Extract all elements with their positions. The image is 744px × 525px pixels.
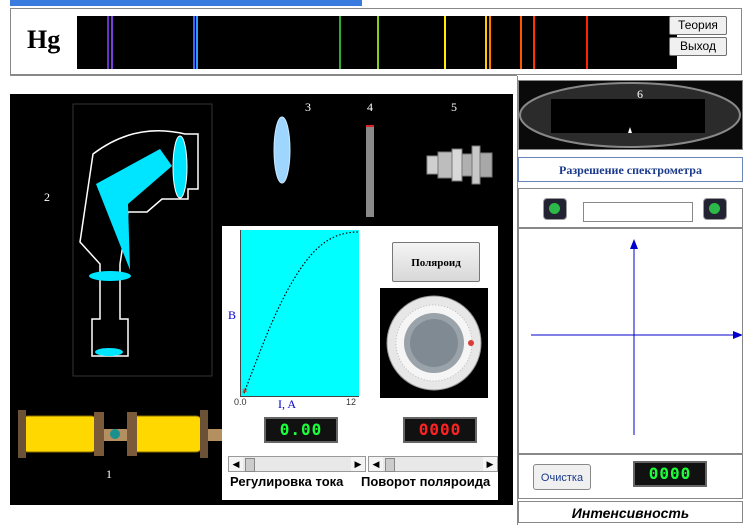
- objective-lens-icon: [89, 271, 131, 281]
- current-scrollbar[interactable]: ◀ ▶: [228, 456, 366, 472]
- spectral-line: [520, 16, 522, 69]
- filter-4-icon: [366, 125, 374, 217]
- label-3: 3: [305, 100, 311, 114]
- green-led-icon: [549, 203, 560, 214]
- spectral-line: [196, 16, 198, 69]
- scroll-left-icon[interactable]: ◀: [369, 457, 383, 471]
- emission-spectrum: [77, 16, 677, 69]
- decrease-resolution-button[interactable]: [543, 198, 567, 220]
- prism-icon: [96, 149, 172, 270]
- collimator-lens-icon: [172, 135, 188, 199]
- polarizer-dial-icon: [386, 295, 482, 391]
- plot-x-max: 12: [346, 397, 357, 407]
- theory-button[interactable]: Теория: [669, 16, 727, 35]
- spectral-line: [489, 16, 491, 69]
- spectral-line: [193, 16, 195, 69]
- spectral-line: [586, 16, 588, 69]
- increase-resolution-button[interactable]: [703, 198, 727, 220]
- eyepiece-icon: [519, 82, 741, 148]
- label-5: 5: [451, 100, 457, 114]
- spectral-line: [107, 16, 109, 69]
- eyepiece-view: 6: [518, 80, 743, 150]
- up-arrow-icon: [630, 239, 638, 249]
- spectral-line: [533, 16, 535, 69]
- scroll-right-icon[interactable]: ▶: [351, 457, 365, 471]
- origin-marker: ✶: [241, 386, 249, 396]
- resolution-field[interactable]: [583, 202, 693, 222]
- polaroid-button[interactable]: Поляроид: [392, 242, 480, 282]
- spectroscope-frame: [72, 103, 213, 377]
- current-display: 0.00: [264, 417, 338, 443]
- lens-3-icon: [273, 116, 291, 184]
- b-i-curve: [243, 231, 359, 394]
- spectral-line: [111, 16, 113, 69]
- spectral-line: [339, 16, 341, 69]
- exit-button[interactable]: Выход: [669, 37, 727, 56]
- resolution-row: [518, 188, 743, 228]
- top-accent-bar: [10, 0, 362, 6]
- filter-4-top-icon: [366, 125, 374, 127]
- plot-y-label: B: [228, 308, 237, 322]
- spectrum-header: Hg: [10, 8, 742, 75]
- right-arrow-icon: [733, 331, 743, 339]
- polarization-diagram: [518, 228, 743, 454]
- element-symbol: Hg: [27, 25, 61, 54]
- right-panel: 6 Разрешение спектрометра Очистка 0000 И…: [517, 76, 744, 525]
- spectral-line: [377, 16, 379, 69]
- clear-button[interactable]: Очистка: [533, 464, 591, 490]
- spectral-line: [444, 16, 446, 69]
- scroll-left-icon[interactable]: ◀: [229, 457, 243, 471]
- axes-canvas: [531, 239, 743, 435]
- polarizer-scrollbar[interactable]: ◀ ▶: [368, 456, 498, 472]
- current-scroll-thumb[interactable]: [245, 458, 255, 472]
- plot-x-label: I, A: [278, 397, 296, 411]
- eyepiece-lens-icon: [95, 348, 123, 356]
- polarizer-slider-label: Поворот поляроида: [361, 474, 491, 489]
- intensity-row: Очистка 0000: [518, 454, 743, 499]
- spectral-line: [485, 16, 487, 69]
- bi-curve-canvas: ✶: [241, 231, 359, 396]
- green-led-icon: [709, 203, 720, 214]
- scroll-right-icon[interactable]: ▶: [483, 457, 497, 471]
- label-1: 1: [106, 467, 112, 481]
- polarizer-scroll-thumb[interactable]: [385, 458, 395, 472]
- label-4: 4: [367, 100, 373, 114]
- intensity-label: Интенсивность: [518, 501, 743, 523]
- field-vs-current-plot: ✶: [240, 230, 359, 397]
- label-6: 6: [637, 87, 643, 101]
- workspace-divider: [10, 75, 517, 76]
- plot-x-min: 0.0: [234, 397, 247, 407]
- resolution-button[interactable]: Разрешение спектрометра: [518, 157, 743, 182]
- intensity-display: 0000: [633, 461, 707, 487]
- label-2: 2: [44, 190, 50, 204]
- lamp-5-icon: [426, 145, 493, 185]
- polarizer-dial[interactable]: [380, 288, 488, 398]
- current-slider-label: Регулировка тока: [230, 474, 344, 489]
- angle-display: 0000: [403, 417, 477, 443]
